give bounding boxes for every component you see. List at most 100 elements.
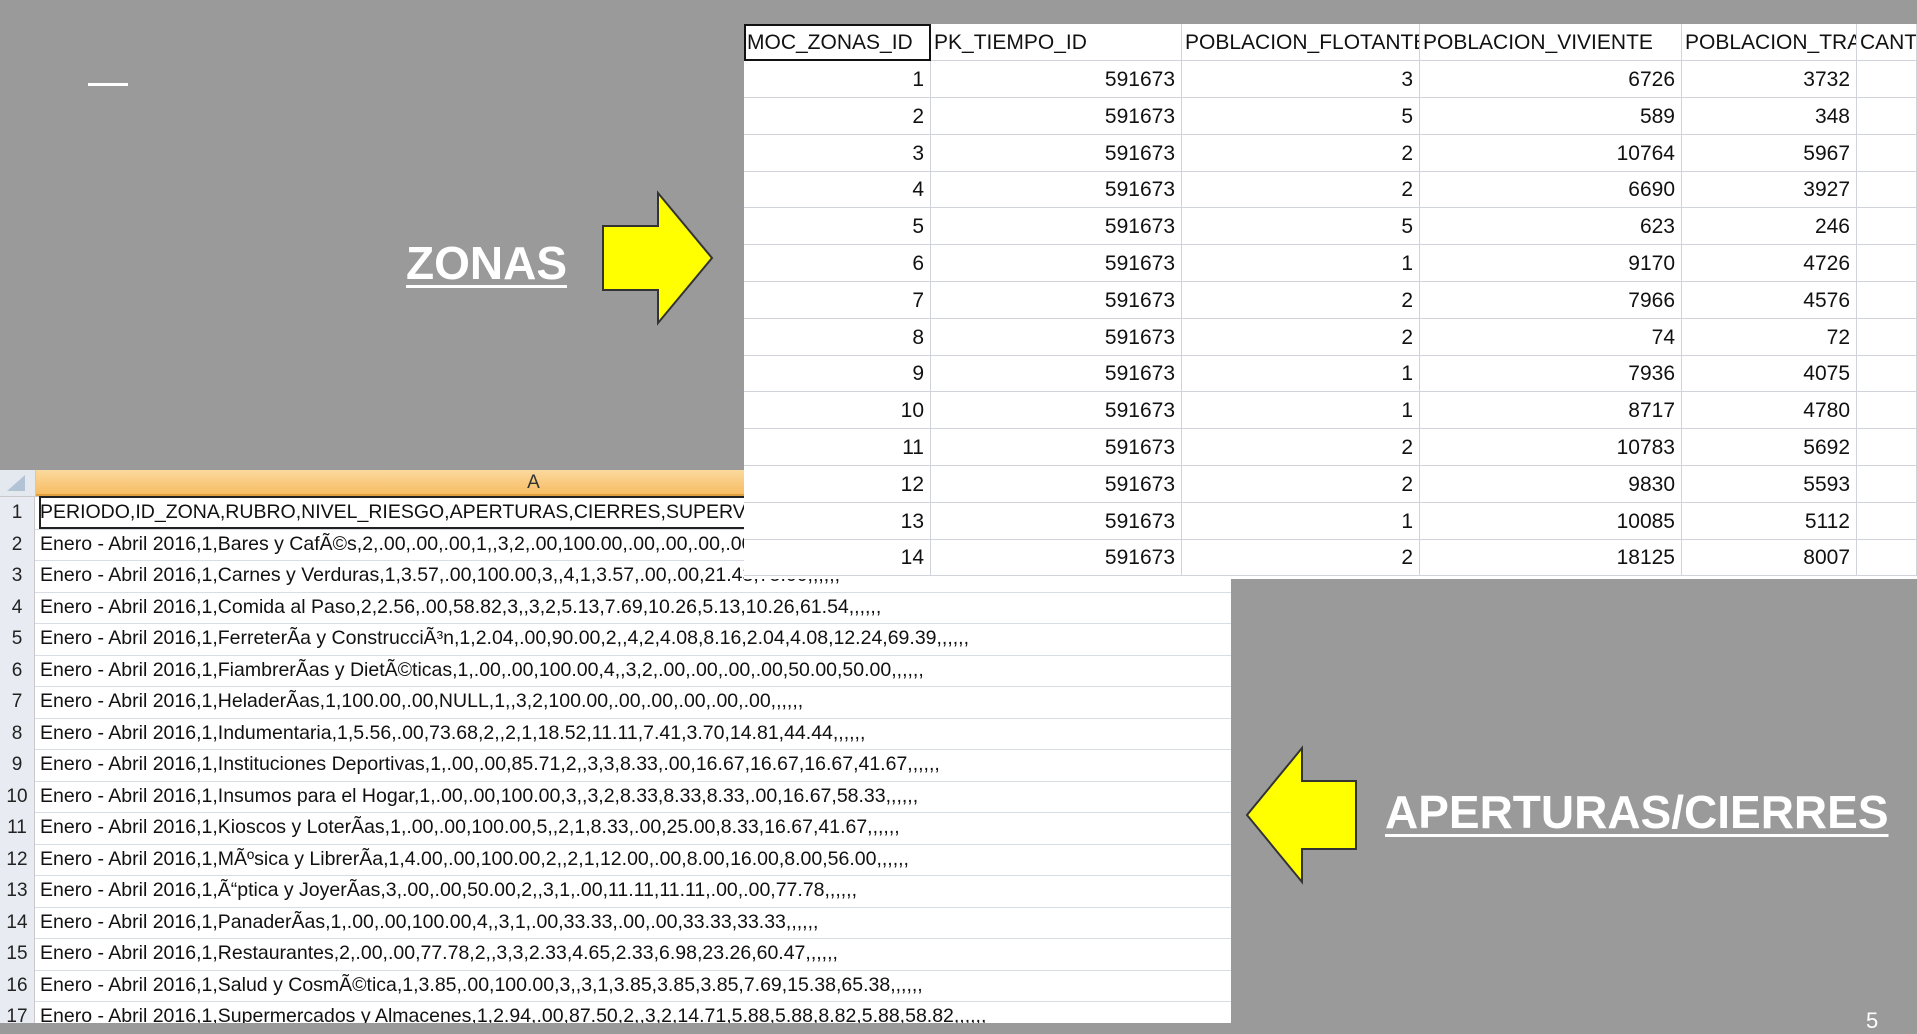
cell-a[interactable]: Enero - Abril 2016,1,FerreterÃ­a y Const…	[40, 623, 969, 654]
cell-a[interactable]: Enero - Abril 2016,1,HeladerÃ­as,1,100.0…	[40, 686, 803, 717]
row-number[interactable]: 1	[0, 497, 35, 529]
zonas-data-cell[interactable]: 7966	[1420, 281, 1682, 319]
zonas-header-cell[interactable]: CANT	[1857, 24, 1917, 61]
zonas-data-cell[interactable]: 9830	[1420, 465, 1682, 503]
cell-a[interactable]: Enero - Abril 2016,1,Supermercados y Alm…	[40, 1001, 986, 1023]
cell-a[interactable]: PERIODO,ID_ZONA,RUBRO,NIVEL_RIESGO,APERT…	[39, 496, 829, 529]
zonas-data-cell[interactable]: 4780	[1682, 392, 1857, 430]
row-number[interactable]: 6	[0, 654, 35, 686]
zonas-data-cell[interactable]: 6690	[1420, 171, 1682, 209]
zonas-data-cell[interactable]: 5692	[1682, 429, 1857, 466]
row-number[interactable]: 9	[0, 749, 35, 781]
zonas-data-cell[interactable]: 4	[744, 171, 931, 209]
zonas-data-cell[interactable]: 246	[1682, 208, 1857, 246]
zonas-data-cell[interactable]: 74	[1420, 318, 1682, 356]
zonas-data-cell[interactable]	[1857, 171, 1917, 209]
zonas-data-cell[interactable]: 591673	[931, 134, 1182, 172]
zonas-data-cell[interactable]: 13	[744, 502, 931, 540]
zonas-data-cell[interactable]: 2	[1182, 465, 1420, 503]
cell-a[interactable]: Enero - Abril 2016,1,Kioscos y LoterÃ­as…	[40, 812, 900, 843]
zonas-data-cell[interactable]: 4726	[1682, 245, 1857, 282]
zonas-data-cell[interactable]: 591673	[931, 61, 1182, 98]
zonas-data-cell[interactable]: 2	[1182, 429, 1420, 466]
cell-a[interactable]: Enero - Abril 2016,1,FiambrerÃ­as y Diet…	[40, 655, 924, 686]
zonas-data-cell[interactable]: 1	[1182, 502, 1420, 540]
row-number[interactable]: 15	[0, 938, 35, 970]
zonas-data-cell[interactable]: 591673	[931, 502, 1182, 540]
cell-a[interactable]: Enero - Abril 2016,1,Bares y CafÃ©s,2,.0…	[40, 529, 753, 560]
zonas-data-cell[interactable]: 72	[1682, 318, 1857, 356]
cell-a[interactable]: Enero - Abril 2016,1,Ã“ptica y JoyerÃ­as…	[40, 875, 857, 906]
zonas-data-cell[interactable]: 1	[1182, 392, 1420, 430]
zonas-data-cell[interactable]: 8	[744, 318, 931, 356]
zonas-data-cell[interactable]	[1857, 245, 1917, 282]
row-number[interactable]: 10	[0, 780, 35, 812]
zonas-data-cell[interactable]: 5967	[1682, 134, 1857, 172]
zonas-data-cell[interactable]: 14	[744, 539, 931, 577]
zonas-data-cell[interactable]: 5	[1182, 208, 1420, 246]
zonas-data-cell[interactable]: 12	[744, 465, 931, 503]
cell-a[interactable]: Enero - Abril 2016,1,MÃºsica y LibrerÃ­a…	[40, 844, 909, 875]
row-number[interactable]: 16	[0, 969, 35, 1001]
zonas-data-cell[interactable]: 591673	[931, 539, 1182, 577]
row-number[interactable]: 14	[0, 906, 35, 938]
cell-a[interactable]: Enero - Abril 2016,1,Insumos para el Hog…	[40, 781, 918, 812]
zonas-data-cell[interactable]: 2	[1182, 134, 1420, 172]
zonas-data-cell[interactable]: 10783	[1420, 429, 1682, 466]
zonas-data-cell[interactable]	[1857, 97, 1917, 135]
row-number[interactable]: 4	[0, 591, 35, 623]
zonas-data-cell[interactable]: 10764	[1420, 134, 1682, 172]
row-number[interactable]: 5	[0, 623, 35, 655]
row-number[interactable]: 8	[0, 717, 35, 749]
zonas-header-cell[interactable]: POBLACION_TRA	[1682, 24, 1857, 61]
zonas-data-cell[interactable]	[1857, 465, 1917, 503]
zonas-data-cell[interactable]: 5	[1182, 97, 1420, 135]
row-number[interactable]: 3	[0, 560, 35, 592]
zonas-data-cell[interactable]: 10	[744, 392, 931, 430]
zonas-data-cell[interactable]: 4075	[1682, 355, 1857, 393]
zonas-data-cell[interactable]	[1857, 539, 1917, 577]
zonas-data-cell[interactable]: 591673	[931, 429, 1182, 466]
zonas-data-cell[interactable]: 6	[744, 245, 931, 282]
zonas-data-cell[interactable]: 3732	[1682, 61, 1857, 98]
cell-a[interactable]: Enero - Abril 2016,1,Instituciones Depor…	[40, 749, 940, 780]
select-all-corner[interactable]	[0, 470, 36, 496]
zonas-data-cell[interactable]: 2	[1182, 539, 1420, 577]
zonas-data-cell[interactable]: 1	[1182, 355, 1420, 393]
zonas-data-cell[interactable]	[1857, 429, 1917, 466]
zonas-data-cell[interactable]: 3927	[1682, 171, 1857, 209]
zonas-data-cell[interactable]: 2	[1182, 318, 1420, 356]
zonas-data-cell[interactable]: 1	[1182, 245, 1420, 282]
zonas-header-cell[interactable]: MOC_ZONAS_ID	[744, 24, 931, 61]
zonas-data-cell[interactable]: 589	[1420, 97, 1682, 135]
zonas-data-cell[interactable]: 591673	[931, 318, 1182, 356]
row-number[interactable]: 17	[0, 1001, 35, 1023]
zonas-data-cell[interactable]: 591673	[931, 208, 1182, 246]
zonas-data-cell[interactable]: 623	[1420, 208, 1682, 246]
zonas-data-cell[interactable]: 6726	[1420, 61, 1682, 98]
cell-a[interactable]: Enero - Abril 2016,1,Comida al Paso,2,2.…	[40, 592, 881, 623]
zonas-data-cell[interactable]	[1857, 502, 1917, 540]
cell-a[interactable]: Enero - Abril 2016,1,Indumentaria,1,5.56…	[40, 718, 865, 749]
zonas-data-cell[interactable]	[1857, 208, 1917, 246]
zonas-data-cell[interactable]: 2	[744, 97, 931, 135]
zonas-data-cell[interactable]	[1857, 392, 1917, 430]
zonas-data-cell[interactable]: 8717	[1420, 392, 1682, 430]
cell-a[interactable]: Enero - Abril 2016,1,Salud y CosmÃ©tica,…	[40, 970, 923, 1001]
zonas-header-cell[interactable]: POBLACION_VIVIENTE	[1420, 24, 1682, 61]
zonas-data-cell[interactable]: 591673	[931, 97, 1182, 135]
zonas-data-cell[interactable]	[1857, 61, 1917, 98]
zonas-data-cell[interactable]: 1	[744, 61, 931, 98]
zonas-data-cell[interactable]: 348	[1682, 97, 1857, 135]
cell-a[interactable]: Enero - Abril 2016,1,Carnes y Verduras,1…	[40, 560, 840, 591]
row-number[interactable]: 11	[0, 812, 35, 844]
row-number[interactable]: 13	[0, 875, 35, 907]
cell-a[interactable]: Enero - Abril 2016,1,Restaurantes,2,.00,…	[40, 938, 838, 969]
zonas-data-cell[interactable]: 9170	[1420, 245, 1682, 282]
zonas-data-cell[interactable]	[1857, 281, 1917, 319]
zonas-data-cell[interactable]: 8007	[1682, 539, 1857, 577]
zonas-data-cell[interactable]: 5	[744, 208, 931, 246]
zonas-data-cell[interactable]: 2	[1182, 281, 1420, 319]
zonas-data-cell[interactable]: 5593	[1682, 465, 1857, 503]
row-number[interactable]: 12	[0, 843, 35, 875]
